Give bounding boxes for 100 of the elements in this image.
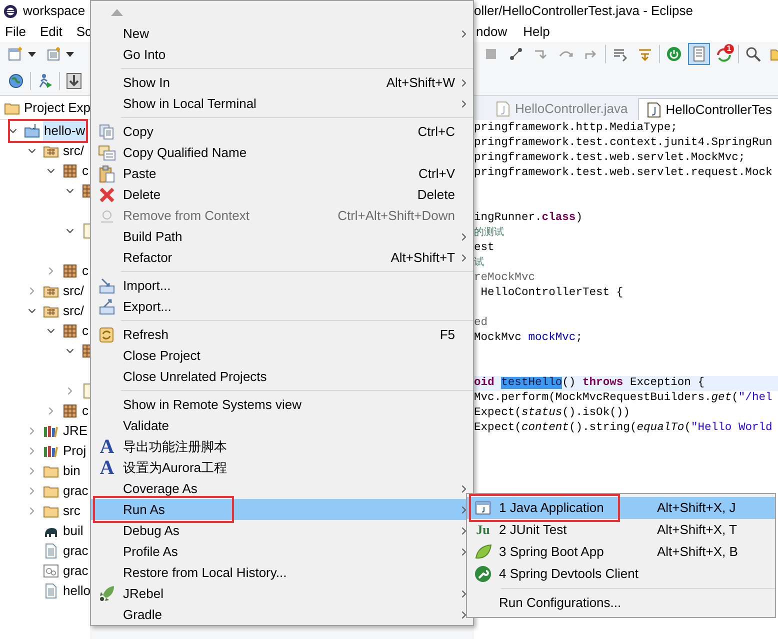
menu-item[interactable]: Export... [91,296,473,317]
text-file-icon [43,583,59,599]
tree-item[interactable]: c [0,161,90,181]
tree-item[interactable]: c [0,321,90,341]
package-icon [62,403,78,419]
shortcut-text: Ctrl+V [418,164,455,183]
code-line: ingRunner.class) [474,211,584,226]
menu-item[interactable]: Show in Local Terminal [91,93,473,114]
window-title: oller/HelloControllerTest.java - Eclipse [474,2,693,20]
menu-item[interactable]: Paste Ctrl+V [91,163,473,184]
import-icon [98,276,116,294]
dropdown-caret-icon[interactable] [66,52,74,56]
dropdown-caret-icon[interactable] [28,52,36,56]
download-icon [66,72,82,88]
project-folder-icon [24,123,40,139]
view-tab[interactable]: Project Exp [0,98,90,118]
refresh-icon [98,326,116,344]
menu-bar-item[interactable]: ndow [476,22,508,42]
menu-item[interactable]: Refresh F5 [91,324,473,345]
code-line: Mvc.perform(MockMvcRequestBuilders.get("/hel [474,391,774,406]
code-line: HelloControllerTest { [480,286,624,301]
shortcut-text: F5 [440,326,455,344]
tree-item[interactable]: buil [0,521,90,541]
app-logo-icon [3,4,18,18]
menu-item[interactable]: 1 Java Application Alt+Shift+X, J [467,497,775,519]
menu-item[interactable]: Import... [91,275,473,296]
copy-icon [98,144,116,162]
menu-item[interactable]: Refactor Alt+Shift+T [91,247,473,268]
code-line: 试 [474,256,485,271]
new-window-icon [8,46,24,62]
menu-bar-item[interactable]: Help [523,22,550,42]
tree-item[interactable]: grac [0,481,90,501]
menu-item[interactable]: Show In Alt+Shift+W [91,72,473,93]
rocket-icon [98,584,116,602]
tree-item[interactable]: bin [0,461,90,481]
notification-badge: 1 [724,44,734,54]
shortcut-text: Alt+Shift+T [390,248,455,267]
java-file-icon [646,102,661,118]
tree-item[interactable]: JRE [0,421,90,441]
menu-item[interactable]: A 导出功能注册脚本 [91,436,473,457]
code-line: Expect(status().isOk()) [474,406,631,421]
leaf-icon [474,543,492,561]
tree-item[interactable]: grac [0,541,90,561]
menu-item[interactable]: 4 Spring Devtools Client [467,563,775,585]
code-line: pringframework.test.web.servlet.request.Mock [474,166,774,181]
sync-icon [716,46,732,62]
editor-tab[interactable]: HelloControllerTes [638,98,778,120]
menu-item[interactable]: Coverage As [91,478,473,499]
window-icon [474,499,492,517]
toolbar-button[interactable] [8,46,24,62]
tree-item[interactable]: src/ [0,281,90,301]
shortcut-text: Ctrl+Alt+Shift+Down [338,206,455,225]
menu-item[interactable]: Build Path [91,226,473,247]
tree-item[interactable]: grac [0,561,90,581]
menu-item[interactable]: A 设置为Aurora工程 [91,457,473,478]
shortcut-text: Alt+Shift+X, J [657,499,737,518]
export-icon [98,298,116,316]
code-line: pringframework.test.context.junit4.SpringRun [474,136,774,151]
clipboard-icon [98,164,116,182]
menu-item[interactable]: Copy Qualified Name [91,142,473,163]
menu-item[interactable]: Validate [91,415,473,436]
menu-item[interactable]: Show in Remote Systems view [91,394,473,415]
menu-item[interactable]: Copy Ctrl+C [91,121,473,142]
tree-item[interactable]: src [0,501,90,521]
toolbar-button[interactable] [46,46,62,62]
tree-item[interactable]: hello [0,581,90,601]
junit-icon: Ju [476,522,490,538]
package-icon [62,323,78,339]
tree-item[interactable]: c [0,261,90,281]
delete-icon [98,186,116,204]
search-icon [745,46,761,62]
menu-bar-item[interactable]: Edit [40,22,62,42]
menu-item[interactable]: Close Project [91,345,473,366]
code-line: reMockMvc [474,271,536,286]
tree-item[interactable]: c [0,401,90,421]
library-icon [43,443,59,459]
font-a-icon: A [100,436,114,456]
tree-item[interactable]: hello-w [0,121,90,141]
shortcut-text: Delete [417,186,455,204]
text-file-icon [43,543,59,559]
shortcut-text: Ctrl+C [418,122,455,141]
tree-item[interactable]: Proj [0,441,90,461]
menu-item[interactable]: Close Unrelated Projects [91,366,473,387]
package-icon [62,263,78,279]
tree-item[interactable]: src/ [0,301,90,321]
run-icon [37,72,53,88]
tree-item[interactable]: src/ [0,141,90,161]
toolbar-button[interactable]: 1 [713,43,735,65]
shortcut-text: Alt+Shift+X, T [657,521,738,540]
code-line: ed [474,316,489,331]
menu-item[interactable]: Delete Delete [91,184,473,205]
menu-item[interactable]: New [91,23,473,44]
connector-icon [508,46,524,62]
menu-item[interactable]: Go Into [91,44,473,65]
scroll-up-icon[interactable] [111,8,123,16]
toolbar-button[interactable] [688,43,710,65]
menu-bar-item[interactable]: File [5,22,26,42]
font-a-icon: A [100,458,114,478]
java-file-icon [496,101,510,117]
settings-file-icon [43,563,59,579]
